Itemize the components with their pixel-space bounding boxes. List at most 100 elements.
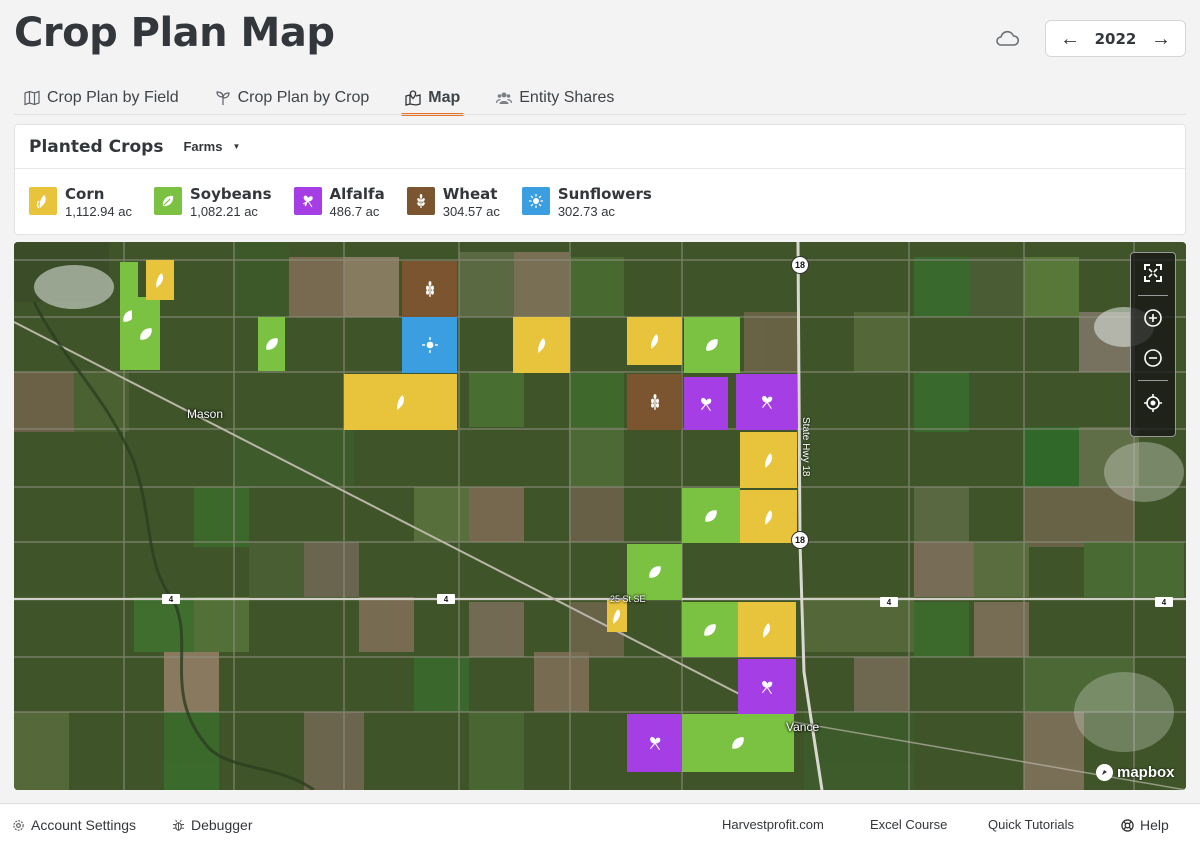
crop-area: 486.7 ac (329, 204, 380, 219)
corn-swatch (29, 187, 57, 215)
map-field-soybeans[interactable] (258, 317, 285, 371)
legend-item-wheat: Wheat 304.57 ac (406, 185, 500, 220)
tab-bar: Crop Plan by Field Crop Plan by Crop Map… (24, 86, 650, 116)
place-label-vance: Vance (786, 720, 820, 734)
zoom-out-icon (1144, 349, 1162, 367)
map-field-alfalfa[interactable] (627, 714, 682, 772)
map-field-corn[interactable] (740, 432, 797, 488)
mapbox-attribution[interactable]: mapbox (1096, 764, 1175, 781)
caret-down-icon: ▼ (232, 142, 241, 151)
cloud-sync-icon[interactable] (994, 28, 1020, 48)
wheat-swatch (406, 187, 435, 215)
soybean-icon (162, 195, 174, 207)
panel-header: Planted Crops Farms ▼ (15, 125, 1185, 169)
tab-crop-plan-by-crop[interactable]: Crop Plan by Crop (215, 86, 370, 110)
map-field-corn[interactable] (146, 260, 174, 300)
crop-name: Alfalfa (329, 185, 385, 203)
map-field-soybeans[interactable] (682, 602, 738, 657)
tab-crop-plan-by-field[interactable]: Crop Plan by Field (24, 86, 179, 110)
map-field-sunflowers[interactable] (402, 317, 457, 373)
soybeans-swatch (153, 187, 182, 215)
satellite-imagery (14, 242, 1186, 790)
wheat-icon (417, 194, 425, 208)
crop-area: 1,082.21 ac (189, 204, 258, 219)
sunflower-icon (528, 194, 543, 208)
map-field-soybeans[interactable] (682, 488, 740, 543)
highway-shield-18: 18 (791, 531, 809, 549)
tab-label: Crop Plan by Crop (237, 89, 370, 106)
map-field-soybeans[interactable] (684, 317, 740, 373)
corn-icon (537, 338, 545, 353)
map-field-corn[interactable] (738, 602, 796, 657)
harvestprofit-link[interactable]: Harvestprofit.com (722, 817, 824, 832)
road-shield-4: 4 (880, 597, 898, 607)
map-marker-icon (405, 90, 421, 106)
map-field-corn[interactable] (513, 317, 570, 373)
soybean-icon (704, 623, 716, 636)
crop-legend: Corn 1,112.94 ac Soybeans 1,082.21 ac Al… (15, 169, 1185, 220)
bug-icon (172, 819, 185, 831)
sunflowers-swatch (521, 187, 550, 215)
road-shield-4: 4 (437, 594, 455, 604)
users-icon (496, 92, 513, 104)
farms-dropdown[interactable]: Farms ▼ (183, 139, 240, 154)
year-value: 2022 (1094, 29, 1137, 48)
account-settings-link[interactable]: Account Settings (12, 817, 136, 833)
crop-area: 1,112.94 ac (65, 204, 132, 219)
zoom-in-button[interactable] (1130, 298, 1176, 338)
planted-crops-panel: Planted Crops Farms ▼ Corn 1,112.94 ac S… (14, 124, 1186, 235)
quick-tutorials-link[interactable]: Quick Tutorials (988, 817, 1074, 832)
corn-icon (764, 509, 772, 525)
legend-item-corn: Corn 1,112.94 ac (29, 185, 132, 220)
map-field-corn[interactable] (740, 490, 797, 543)
map-field-wheat[interactable] (402, 261, 457, 317)
map-field-corn[interactable] (344, 374, 457, 430)
road-shield-4: 4 (162, 594, 180, 604)
legend-item-sunflowers: Sunflowers 302.73 ac (521, 185, 652, 220)
help-link[interactable]: Help (1121, 817, 1169, 833)
previous-year-button[interactable]: ← (1060, 29, 1080, 49)
locate-button[interactable] (1130, 383, 1176, 423)
fullscreen-button[interactable] (1130, 253, 1176, 293)
help-label: Help (1140, 817, 1169, 833)
crop-name: Soybeans (189, 185, 272, 203)
corn-icon (650, 334, 658, 349)
zoom-out-button[interactable] (1130, 338, 1176, 378)
debugger-link[interactable]: Debugger (172, 817, 253, 833)
legend-item-alfalfa: Alfalfa 486.7 ac (293, 185, 385, 220)
page-title: Crop Plan Map (14, 10, 335, 56)
help-lifebuoy-icon (1121, 818, 1134, 832)
crop-area: 302.73 ac (557, 204, 615, 219)
map-field-soybeans[interactable] (682, 714, 794, 772)
mapbox-logo-icon (1096, 764, 1113, 781)
tab-entity-shares[interactable]: Entity Shares (496, 86, 614, 110)
map-controls (1130, 252, 1176, 437)
sprout-icon (216, 91, 230, 105)
map-field-wheat[interactable] (627, 374, 682, 430)
cloud-patch (34, 265, 114, 309)
alfalfa-icon (762, 680, 773, 694)
crop-area: 304.57 ac (442, 204, 500, 219)
map-field-alfalfa[interactable] (736, 374, 797, 430)
next-year-button[interactable]: → (1151, 29, 1171, 49)
crop-name: Sunflowers (557, 185, 652, 203)
farms-dropdown-label: Farms (183, 139, 223, 154)
tab-label: Map (428, 89, 461, 106)
corn-icon (396, 395, 404, 410)
map-field-soybeans[interactable] (132, 297, 160, 370)
fullscreen-icon (1144, 264, 1162, 282)
map-field-corn[interactable] (627, 317, 682, 365)
account-settings-label: Account Settings (31, 817, 137, 833)
tab-map[interactable]: Map (401, 86, 465, 116)
controls-divider (1138, 295, 1168, 296)
map-field-alfalfa[interactable] (738, 659, 796, 714)
soybean-icon (140, 327, 152, 340)
map-field-soybeans[interactable] (627, 544, 682, 600)
satellite-map[interactable]: Mason Vance State Hwy 18 25 St SE 18 18 … (14, 242, 1186, 790)
map-field-corn[interactable] (607, 600, 627, 632)
wheat-icon (650, 394, 659, 410)
map-field-alfalfa[interactable] (684, 377, 728, 430)
excel-course-link[interactable]: Excel Course (870, 817, 947, 832)
zoom-in-icon (1144, 309, 1162, 327)
mapbox-wordmark: mapbox (1117, 764, 1175, 781)
